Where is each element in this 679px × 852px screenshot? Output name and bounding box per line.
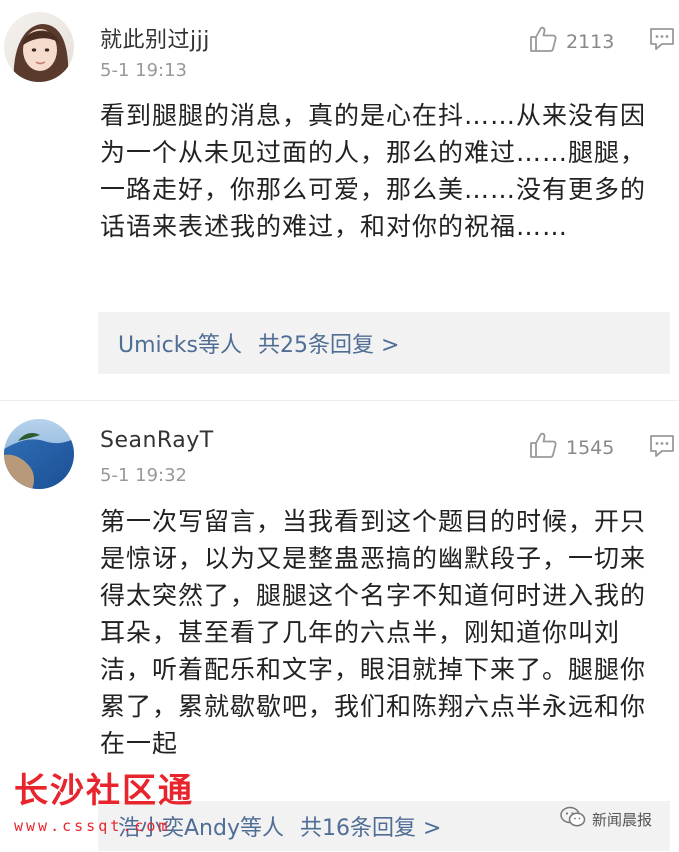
source-name: 新闻晨报 (592, 810, 653, 829)
reply-count: 共16条回复 > (299, 816, 442, 841)
like-icon (528, 24, 558, 59)
replies-link[interactable]: Umicks等人 共25条回复 > (98, 312, 670, 374)
reply-names: Umicks等人 (118, 333, 242, 358)
comment-time: 5-1 19:32 (100, 465, 187, 486)
comment-time: 5-1 19:13 (100, 60, 187, 81)
comment-item: 就此别过jjj 5-1 19:13 2113 看到腿腿的消息，真的是心在抖……从… (0, 0, 679, 400)
watermark-logo: 长沙社区通 www.cssqt.com (14, 771, 214, 835)
avatar[interactable] (4, 12, 74, 82)
watermark-url: www.cssqt.com (14, 817, 171, 835)
like-button[interactable]: 1545 (528, 430, 614, 465)
avatar[interactable] (4, 419, 74, 489)
wechat-icon (560, 806, 586, 832)
reply-icon[interactable] (649, 434, 675, 462)
like-icon (528, 430, 558, 465)
source-watermark: 新闻晨报 (560, 806, 652, 832)
comment-text: 第一次写留言，当我看到这个题目的时候，开只是惊讶，以为又是整蛊恶搞的幽默段子，一… (100, 507, 647, 758)
username[interactable]: SeanRayT (100, 428, 214, 453)
reply-icon[interactable] (649, 27, 675, 55)
comment-text: 看到腿腿的消息，真的是心在抖……从来没有因为一个从未见过面的人，那么的难过……腿… (100, 101, 647, 241)
like-count: 2113 (566, 30, 615, 53)
watermark-title: 长沙社区通 (14, 771, 194, 811)
reply-count: 共25条回复 > (257, 333, 400, 358)
username[interactable]: 就此别过jjj (100, 22, 210, 54)
like-button[interactable]: 2113 (528, 24, 614, 59)
like-count: 1545 (566, 436, 615, 459)
